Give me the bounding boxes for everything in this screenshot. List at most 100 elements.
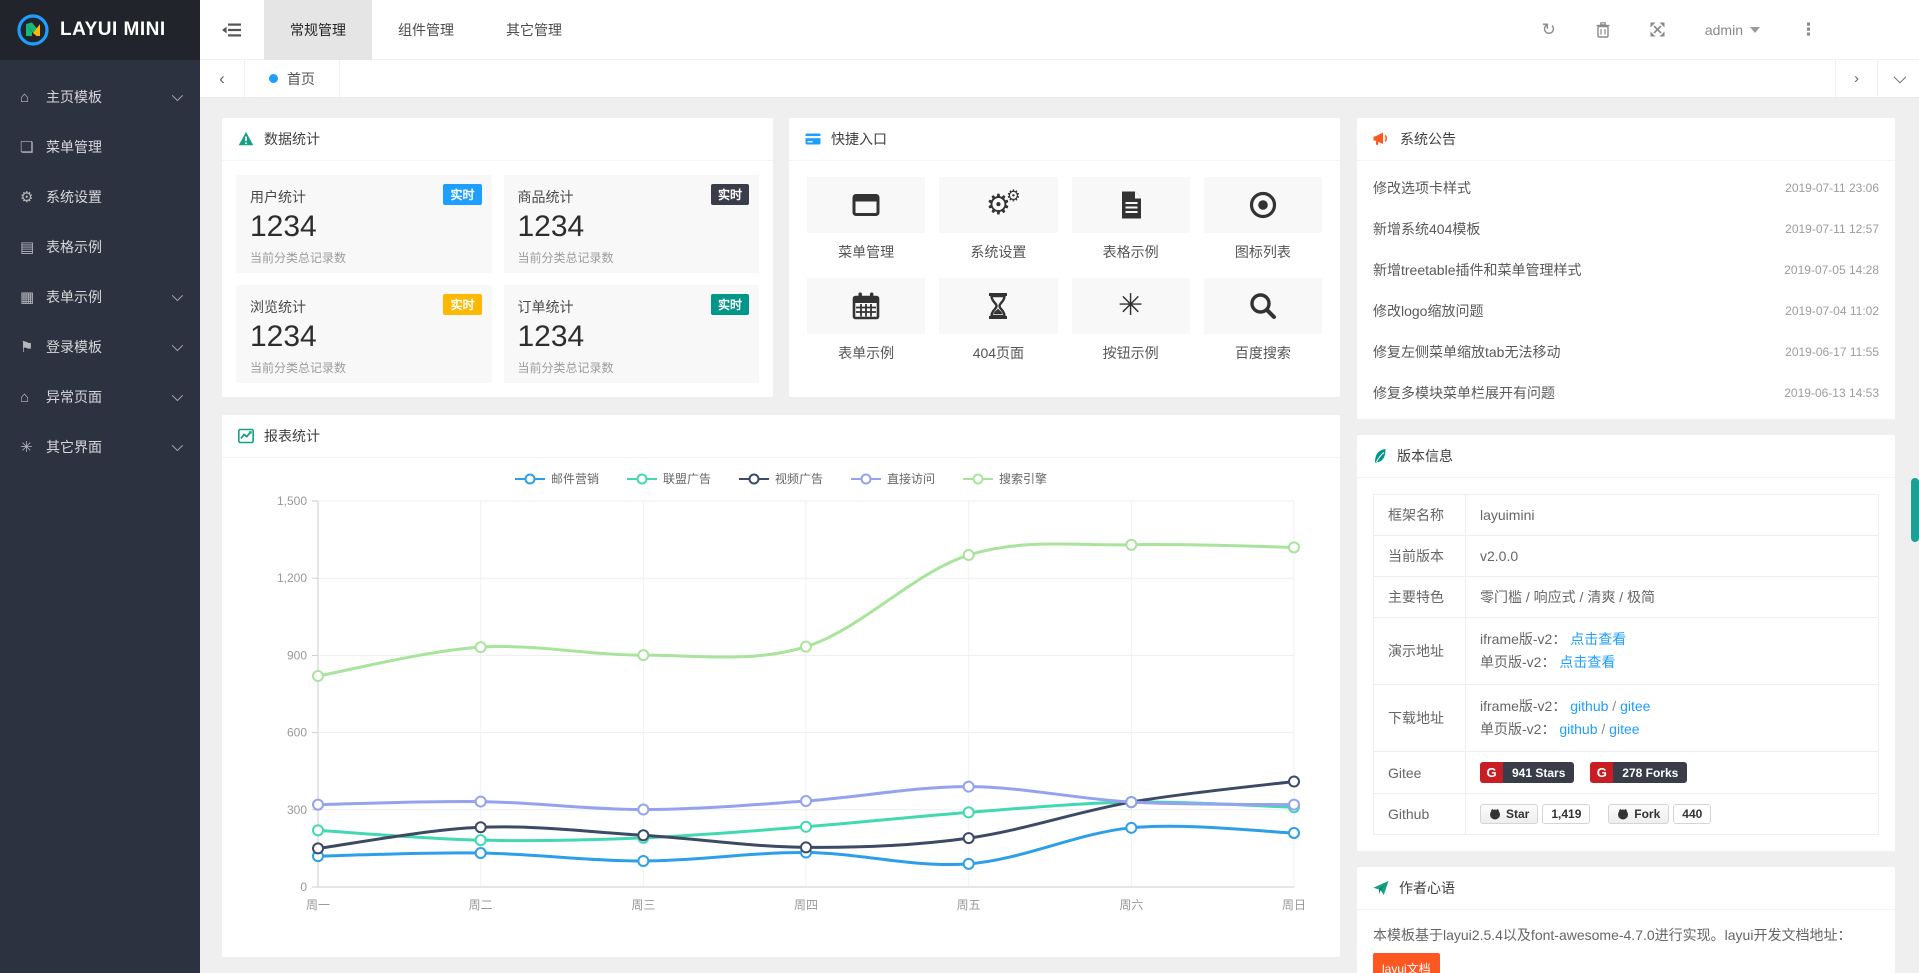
gitee-stars-badge[interactable]: G 941 Stars	[1480, 762, 1574, 783]
asterisk-icon: ✳	[20, 438, 46, 456]
svg-text:1,200: 1,200	[277, 571, 307, 585]
version-table: 框架名称 layuimini 当前版本 v2.0.0 主要特色 零门槛 / 响应…	[1373, 494, 1879, 835]
announcement-item[interactable]: 修改选项卡样式 2019-07-11 23:06	[1373, 167, 1879, 208]
svg-text:周一: 周一	[306, 898, 330, 912]
dot-circle-icon	[1247, 189, 1279, 221]
table-row: 演示地址 iframe版-v2： 点击查看 单页版-v2： 点击查看	[1374, 618, 1879, 685]
megaphone-icon	[1373, 131, 1390, 147]
panel-title: 快捷入口	[831, 129, 887, 149]
table-row: 主要特色 零门槛 / 响应式 / 清爽 / 极简	[1374, 577, 1879, 618]
user-menu[interactable]: admin	[1705, 22, 1760, 38]
quick-entry-baidu-search[interactable]: 百度搜索	[1204, 278, 1322, 363]
legend-item[interactable]: 视频广告	[739, 470, 823, 487]
github-fork-button[interactable]: Fork 440	[1608, 804, 1711, 824]
chart-legend: 邮件营销 联盟广告 视频广告 直接访问 搜索引擎	[222, 470, 1340, 487]
sidebar-item-form-example[interactable]: ▦ 表单示例	[0, 272, 200, 322]
refresh-icon[interactable]: ↻	[1542, 21, 1556, 38]
quick-entry-system-settings[interactable]: ⚙ ⚙ 系统设置	[939, 177, 1057, 262]
svg-text:300: 300	[287, 803, 307, 817]
quick-entry-table-example[interactable]: 表格示例	[1072, 177, 1190, 262]
announcement-item[interactable]: 修复多模块菜单栏展开有问题 2019-06-13 14:53	[1373, 372, 1879, 413]
sidebar-item-menu-management[interactable]: ❏ 菜单管理	[0, 122, 200, 172]
svg-text:1,500: 1,500	[277, 494, 307, 508]
home-icon: ⌂	[20, 389, 46, 406]
header-actions: ↻	[1542, 21, 1919, 38]
stat-card-products: 商品统计 实时 1234 当前分类总记录数	[504, 175, 760, 273]
table-row: Github	[1374, 794, 1879, 835]
window-icon: ❏	[20, 138, 46, 156]
calendar-icon	[850, 290, 882, 322]
home-icon: ⌂	[20, 89, 46, 106]
demo-spa-link[interactable]: 点击查看	[1559, 654, 1615, 670]
svg-text:周四: 周四	[794, 898, 818, 912]
realtime-badge: 实时	[443, 184, 481, 205]
stat-value: 1234	[518, 210, 746, 244]
panel-title: 作者心语	[1399, 878, 1455, 898]
sidebar-item-login-template[interactable]: ⚑ 登录模板	[0, 322, 200, 372]
announcement-item[interactable]: 新增系统404模板 2019-07-11 12:57	[1373, 208, 1879, 249]
realtime-badge: 实时	[711, 184, 749, 205]
sidebar-item-other-ui[interactable]: ✳ 其它界面	[0, 422, 200, 472]
gitee-forks-badge[interactable]: G 278 Forks	[1590, 762, 1687, 783]
quick-entry-button-example[interactable]: ✳ 按钮示例	[1072, 278, 1190, 363]
chevron-down-icon	[172, 340, 183, 351]
sidebar-menu: ⌂ 主页模板 ❏ 菜单管理 ⚙ 系统设置 ▤ 表格示例 ▦ 表单示例	[0, 60, 200, 472]
chevron-down-icon	[172, 90, 183, 101]
trash-icon[interactable]	[1596, 22, 1610, 38]
panel-system-announcements: 系统公告 修改选项卡样式 2019-07-11 23:06 新增系统404模板 …	[1357, 118, 1895, 419]
download-github-link[interactable]: github	[1559, 721, 1597, 737]
table-row: 当前版本 v2.0.0	[1374, 536, 1879, 577]
module-tab-general[interactable]: 常规管理	[264, 0, 372, 60]
more-options-icon[interactable]: ⋮	[1800, 21, 1817, 38]
legend-item[interactable]: 搜索引擎	[963, 470, 1047, 487]
sidebar-item-system-settings[interactable]: ⚙ 系统设置	[0, 172, 200, 222]
scrollbar-thumb[interactable]	[1911, 478, 1919, 542]
announcement-item[interactable]: 新增treetable插件和菜单管理样式 2019-07-05 14:28	[1373, 249, 1879, 290]
sidebar-toggle-icon[interactable]	[200, 0, 264, 60]
quick-entry-form-example[interactable]: 表单示例	[807, 278, 925, 363]
quick-entry-menu-management[interactable]: 菜单管理	[807, 177, 925, 262]
quick-entry-icon-list[interactable]: 图标列表	[1204, 177, 1322, 262]
window-icon	[850, 189, 882, 221]
announcement-item[interactable]: 修复左侧菜单缩放tab无法移动 2019-06-17 11:55	[1373, 331, 1879, 372]
sidebar-item-home-template[interactable]: ⌂ 主页模板	[0, 72, 200, 122]
svg-text:周三: 周三	[631, 898, 655, 912]
github-fork-count: 440	[1673, 804, 1711, 824]
stat-value: 1234	[518, 320, 746, 354]
announcement-item[interactable]: 修改logo缩放问题 2019-07-04 11:02	[1373, 290, 1879, 331]
chevron-down-icon	[172, 440, 183, 451]
panel-version-info: 版本信息 框架名称 layuimini 当前版本 v2.0.0	[1357, 435, 1895, 851]
module-tab-components[interactable]: 组件管理	[372, 0, 480, 60]
legend-item[interactable]: 联盟广告	[627, 470, 711, 487]
stat-value: 1234	[250, 210, 478, 244]
layui-doc-badge[interactable]: layui文档	[1373, 953, 1440, 973]
tab-scroll-right-icon[interactable]: ›	[1835, 60, 1877, 97]
panel-data-statistics: 数据统计 用户统计 实时 1234 当前分类总记录数 商品统计 实	[222, 118, 773, 397]
tab-scroll-left-icon[interactable]: ‹	[200, 60, 244, 97]
realtime-badge: 实时	[443, 294, 481, 315]
download-gitee-link[interactable]: gitee	[1609, 721, 1639, 737]
download-github-link[interactable]: github	[1570, 698, 1608, 714]
legend-item[interactable]: 直接访问	[851, 470, 935, 487]
panel-author-words: 作者心语 本模板基于layui2.5.4以及font-awesome-4.7.0…	[1357, 867, 1895, 973]
svg-text:周日: 周日	[1282, 898, 1306, 912]
top-header: 常规管理 组件管理 其它管理 ↻	[200, 0, 1919, 60]
line-chart: 周一周二周三周四周五周六周日03006009001,2001,500	[238, 487, 1324, 957]
github-octocat-icon	[1617, 808, 1629, 820]
logo[interactable]: LAYUI MINI	[0, 0, 200, 60]
sidebar-item-table-example[interactable]: ▤ 表格示例	[0, 222, 200, 272]
panel-title: 版本信息	[1397, 446, 1453, 466]
realtime-badge: 实时	[711, 294, 749, 315]
file-icon: ▤	[20, 238, 46, 256]
page-content: 数据统计 用户统计 实时 1234 当前分类总记录数 商品统计 实	[200, 98, 1919, 973]
sidebar-item-error-pages[interactable]: ⌂ 异常页面	[0, 372, 200, 422]
fullscreen-icon[interactable]	[1650, 22, 1665, 37]
tab-home[interactable]: 首页	[244, 60, 340, 97]
download-gitee-link[interactable]: gitee	[1620, 698, 1650, 714]
quick-entry-404-page[interactable]: 404页面	[939, 278, 1057, 363]
github-star-button[interactable]: Star 1,419	[1480, 804, 1590, 824]
legend-item[interactable]: 邮件营销	[515, 470, 599, 487]
demo-iframe-link[interactable]: 点击查看	[1570, 631, 1626, 647]
tab-menu-dropdown-icon[interactable]	[1877, 60, 1919, 97]
module-tab-other[interactable]: 其它管理	[480, 0, 588, 60]
